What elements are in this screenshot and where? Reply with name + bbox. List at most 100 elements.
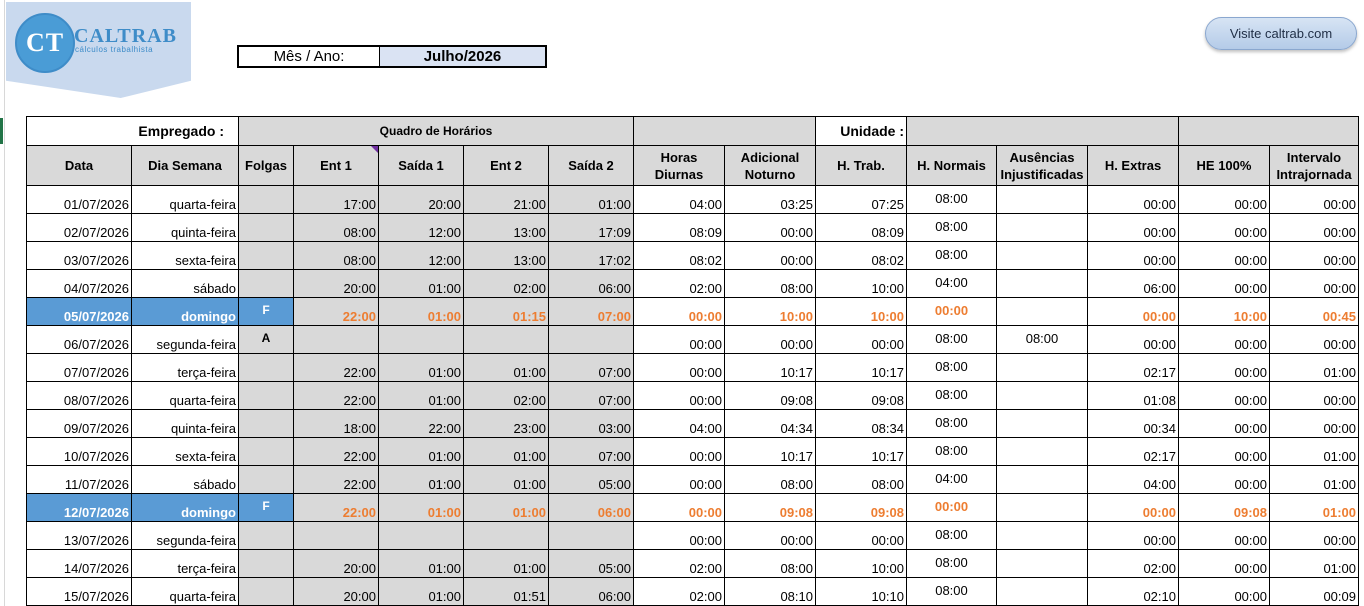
folga-cell[interactable]: [238, 549, 294, 578]
folga-cell[interactable]: F: [238, 297, 294, 326]
empregado-name-cell[interactable]: [633, 116, 816, 146]
saida2-cell[interactable]: [548, 521, 634, 550]
table-row: 09/07/2026 quinta-feira 18:00 22:00 23:00 03:…: [26, 409, 1359, 438]
ent2-cell[interactable]: 01:15: [463, 297, 549, 326]
ent1-cell[interactable]: 17:00: [293, 185, 379, 214]
trab-cell: 07:25: [815, 185, 907, 214]
folga-cell[interactable]: [238, 437, 294, 466]
saida2-cell[interactable]: 06:00: [548, 269, 634, 298]
saida2-cell[interactable]: 07:00: [548, 381, 634, 410]
ausencias-cell: [996, 213, 1088, 242]
diurnas-cell: 00:00: [633, 493, 725, 522]
ent2-cell[interactable]: 01:51: [463, 577, 549, 606]
saida1-cell[interactable]: 12:00: [378, 213, 464, 242]
ent1-cell[interactable]: 22:00: [293, 381, 379, 410]
normais-cell: 08:00: [906, 437, 997, 466]
folga-cell[interactable]: [238, 213, 294, 242]
folga-cell[interactable]: [238, 269, 294, 298]
saida2-cell[interactable]: 07:00: [548, 297, 634, 326]
saida2-cell[interactable]: 06:00: [548, 493, 634, 522]
saida2-cell[interactable]: 05:00: [548, 465, 634, 494]
saida1-cell[interactable]: 12:00: [378, 241, 464, 270]
saida1-cell[interactable]: 01:00: [378, 269, 464, 298]
he100-cell: 09:08: [1178, 493, 1270, 522]
ent1-cell[interactable]: 22:00: [293, 437, 379, 466]
ent2-cell[interactable]: 01:00: [463, 549, 549, 578]
ent1-cell[interactable]: [293, 325, 379, 354]
ent1-cell[interactable]: 08:00: [293, 213, 379, 242]
saida1-cell[interactable]: 01:00: [378, 297, 464, 326]
ent2-cell[interactable]: 01:00: [463, 437, 549, 466]
normais-cell: 08:00: [906, 381, 997, 410]
ent2-cell[interactable]: 21:00: [463, 185, 549, 214]
ent1-cell[interactable]: 22:00: [293, 465, 379, 494]
saida1-cell[interactable]: 01:00: [378, 549, 464, 578]
ent1-cell[interactable]: 18:00: [293, 409, 379, 438]
intervalo-cell: 00:00: [1269, 521, 1359, 550]
ent2-cell[interactable]: [463, 521, 549, 550]
date-cell: 10/07/2026: [26, 437, 132, 466]
folga-cell[interactable]: F: [238, 493, 294, 522]
he100-cell: 00:00: [1178, 437, 1270, 466]
saida1-cell[interactable]: 01:00: [378, 437, 464, 466]
table-row: 11/07/2026 sábado 22:00 01:00 01:00 05:00 00:0…: [26, 465, 1359, 494]
ent1-cell[interactable]: 22:00: [293, 297, 379, 326]
visit-caltrab-button[interactable]: Visite caltrab.com: [1205, 17, 1357, 50]
saida1-cell[interactable]: [378, 521, 464, 550]
ent1-cell[interactable]: 20:00: [293, 577, 379, 606]
saida2-cell[interactable]: 05:00: [548, 549, 634, 578]
saida2-cell[interactable]: 03:00: [548, 409, 634, 438]
ent2-cell[interactable]: 13:00: [463, 213, 549, 242]
trab-cell: 09:08: [815, 493, 907, 522]
folga-cell[interactable]: [238, 241, 294, 270]
folga-cell[interactable]: A: [238, 325, 294, 354]
folga-cell[interactable]: [238, 185, 294, 214]
ent1-cell[interactable]: 22:00: [293, 353, 379, 382]
ent2-cell[interactable]: [463, 325, 549, 354]
ent1-cell[interactable]: [293, 521, 379, 550]
folga-cell[interactable]: [238, 353, 294, 382]
weekday-cell: sexta-feira: [131, 241, 239, 270]
saida2-cell[interactable]: 07:00: [548, 353, 634, 382]
diurnas-cell: 08:02: [633, 241, 725, 270]
ent2-cell[interactable]: 13:00: [463, 241, 549, 270]
header-adicional-noturno: Adicional Noturno: [724, 145, 816, 186]
saida2-cell[interactable]: 17:09: [548, 213, 634, 242]
ent1-cell[interactable]: 22:00: [293, 493, 379, 522]
folga-cell[interactable]: [238, 465, 294, 494]
saida1-cell[interactable]: 01:00: [378, 465, 464, 494]
active-row-marker: [0, 118, 3, 144]
ent1-cell[interactable]: 20:00: [293, 549, 379, 578]
saida1-cell[interactable]: 01:00: [378, 577, 464, 606]
folga-cell[interactable]: [238, 409, 294, 438]
trab-cell: 10:17: [815, 437, 907, 466]
folga-cell[interactable]: [238, 521, 294, 550]
saida2-cell[interactable]: 17:02: [548, 241, 634, 270]
month-year-value[interactable]: Julho/2026: [380, 47, 545, 66]
ent2-cell[interactable]: 02:00: [463, 269, 549, 298]
ent2-cell[interactable]: 01:00: [463, 465, 549, 494]
saida1-cell[interactable]: 01:00: [378, 381, 464, 410]
saida1-cell[interactable]: 20:00: [378, 185, 464, 214]
saida2-cell[interactable]: [548, 325, 634, 354]
saida1-cell[interactable]: 22:00: [378, 409, 464, 438]
ent2-cell[interactable]: 02:00: [463, 381, 549, 410]
saida1-cell[interactable]: 01:00: [378, 353, 464, 382]
folga-cell[interactable]: [238, 577, 294, 606]
ent1-cell[interactable]: 08:00: [293, 241, 379, 270]
ent2-cell[interactable]: 01:00: [463, 353, 549, 382]
saida1-cell[interactable]: [378, 325, 464, 354]
unidade-value-cell[interactable]: [906, 116, 1179, 146]
ent2-cell[interactable]: 01:00: [463, 493, 549, 522]
weekday-cell: sábado: [131, 269, 239, 298]
ent1-cell[interactable]: 20:00: [293, 269, 379, 298]
folga-cell[interactable]: [238, 381, 294, 410]
date-cell: 12/07/2026: [26, 493, 132, 522]
he100-cell: 00:00: [1178, 213, 1270, 242]
ent2-cell[interactable]: 23:00: [463, 409, 549, 438]
saida2-cell[interactable]: 01:00: [548, 185, 634, 214]
saida2-cell[interactable]: 07:00: [548, 437, 634, 466]
saida2-cell[interactable]: 06:00: [548, 577, 634, 606]
diurnas-cell: 00:00: [633, 521, 725, 550]
saida1-cell[interactable]: 01:00: [378, 493, 464, 522]
